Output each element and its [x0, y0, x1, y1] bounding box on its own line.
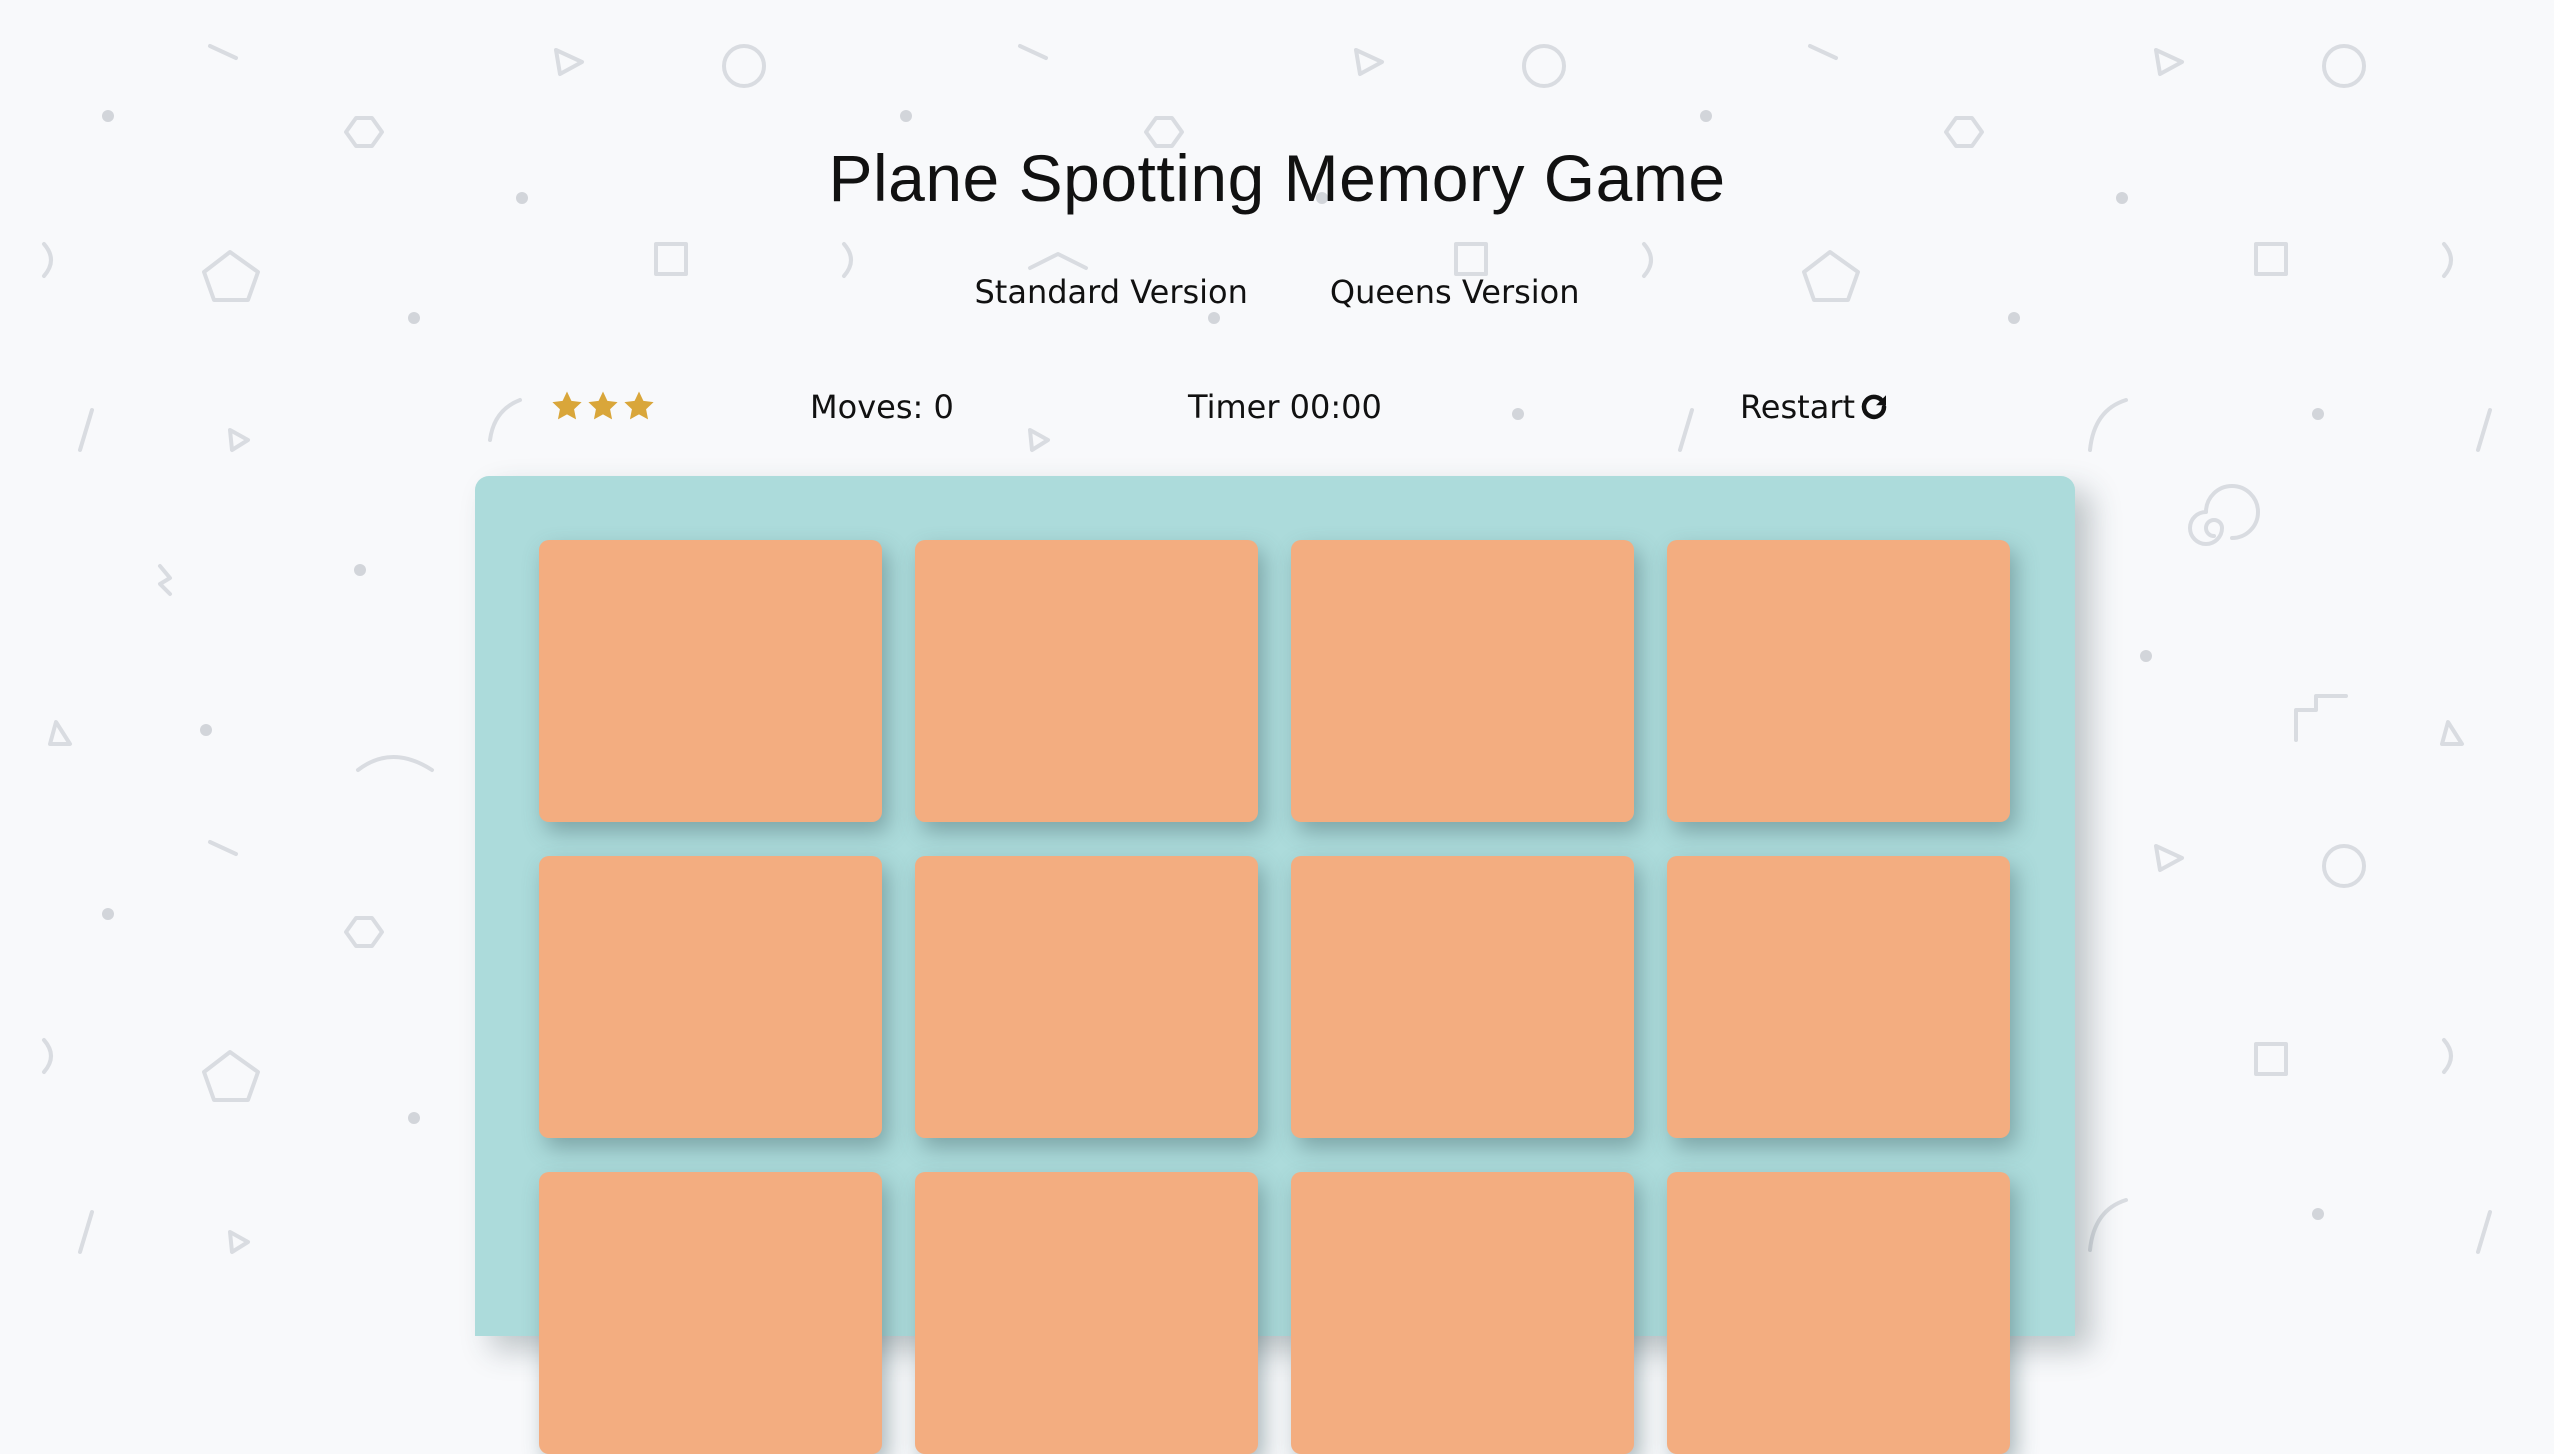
memory-card[interactable]: [1291, 856, 1634, 1138]
star-icon: [624, 391, 654, 420]
memory-card[interactable]: [915, 1172, 1258, 1454]
card-deck: [475, 476, 2075, 1454]
memory-card[interactable]: [1667, 1172, 2010, 1454]
restart-label: Restart: [1740, 388, 1856, 426]
moves-counter: Moves: 0: [810, 388, 954, 426]
queens-version-link[interactable]: Queens Version: [1330, 270, 1580, 314]
star-icon: [552, 391, 582, 420]
star-icon: [588, 391, 618, 420]
restart-button[interactable]: Restart: [1740, 385, 1889, 429]
star-rating: [550, 389, 656, 423]
memory-card[interactable]: [1291, 540, 1634, 822]
memory-card[interactable]: [539, 856, 882, 1138]
timer: Timer 00:00: [1188, 388, 1382, 426]
page-title: Plane Spotting Memory Game: [828, 141, 1726, 215]
refresh-icon: [1861, 394, 1887, 420]
memory-card[interactable]: [539, 540, 882, 822]
memory-card[interactable]: [1667, 540, 2010, 822]
memory-card[interactable]: [1291, 1172, 1634, 1454]
memory-card[interactable]: [915, 856, 1258, 1138]
memory-card[interactable]: [1667, 856, 2010, 1138]
standard-version-link[interactable]: Standard Version: [974, 270, 1247, 314]
score-panel: Moves: 0 Timer 00:00 Restart: [550, 385, 1887, 439]
version-nav: Standard Version Queens Version: [0, 270, 2554, 314]
memory-card[interactable]: [539, 1172, 882, 1454]
memory-card[interactable]: [915, 540, 1258, 822]
